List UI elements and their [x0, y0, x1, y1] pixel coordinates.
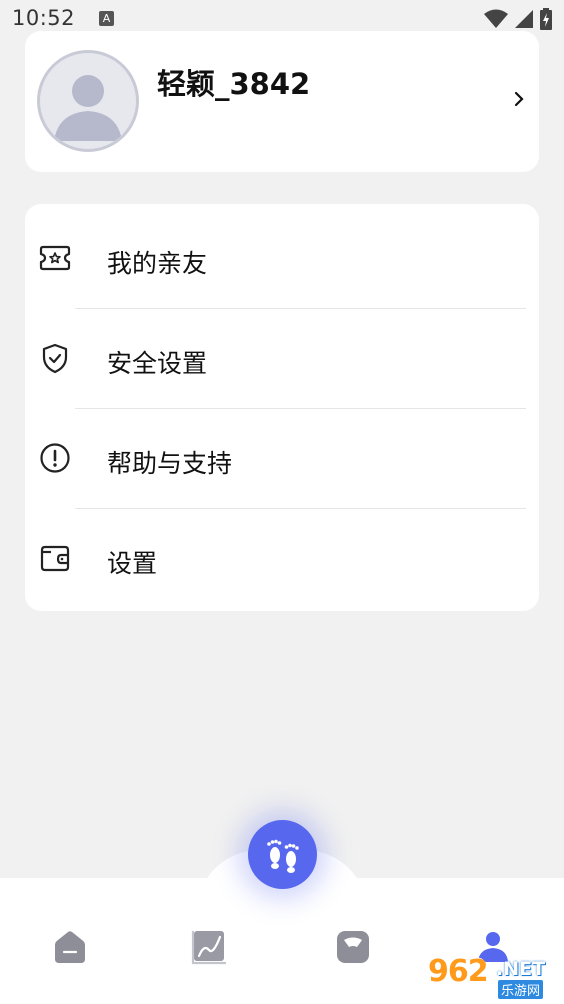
menu-label-settings: 设置 — [107, 549, 158, 578]
watermark-logo: 962 .NET 乐游网 — [426, 952, 558, 1000]
chevron-right-icon[interactable] — [513, 91, 525, 107]
menu-item-security[interactable]: 安全设置 — [25, 308, 539, 408]
menu-label-security: 安全设置 — [107, 349, 208, 378]
menu-label-my-family: 我的亲友 — [107, 249, 208, 278]
wifi-icon — [484, 9, 508, 28]
footprints-icon — [266, 839, 299, 873]
shield-check-icon — [42, 343, 68, 374]
default-avatar-icon — [54, 75, 122, 141]
menu-card: 我的亲友 安全设置 帮助与支持 设置 — [25, 204, 539, 611]
battery-icon — [540, 8, 552, 30]
status-icons — [484, 8, 552, 30]
username: 轻颖_3842 — [157, 67, 311, 101]
status-time: 10:52 — [12, 6, 76, 30]
watermark-sub: 乐游网 — [498, 980, 544, 999]
avatar[interactable] — [37, 50, 139, 152]
wallet-icon — [40, 545, 70, 572]
fab-button[interactable] — [248, 820, 317, 889]
profile-card[interactable]: 轻颖_3842 — [25, 31, 539, 172]
home-icon[interactable] — [51, 928, 89, 966]
watermark-number: 962 — [428, 954, 489, 989]
menu-item-help[interactable]: 帮助与支持 — [25, 408, 539, 508]
scale-icon[interactable] — [334, 928, 372, 966]
signal-icon — [515, 10, 533, 28]
notification-icon: A — [99, 10, 115, 26]
menu-item-settings[interactable]: 设置 — [25, 508, 539, 608]
ticket-star-icon — [39, 245, 71, 271]
menu-item-my-family[interactable]: 我的亲友 — [25, 208, 539, 308]
chart-icon[interactable] — [190, 928, 228, 966]
watermark-suffix: .NET — [496, 958, 546, 980]
info-circle-icon — [40, 443, 70, 473]
menu-label-help: 帮助与支持 — [107, 449, 233, 478]
